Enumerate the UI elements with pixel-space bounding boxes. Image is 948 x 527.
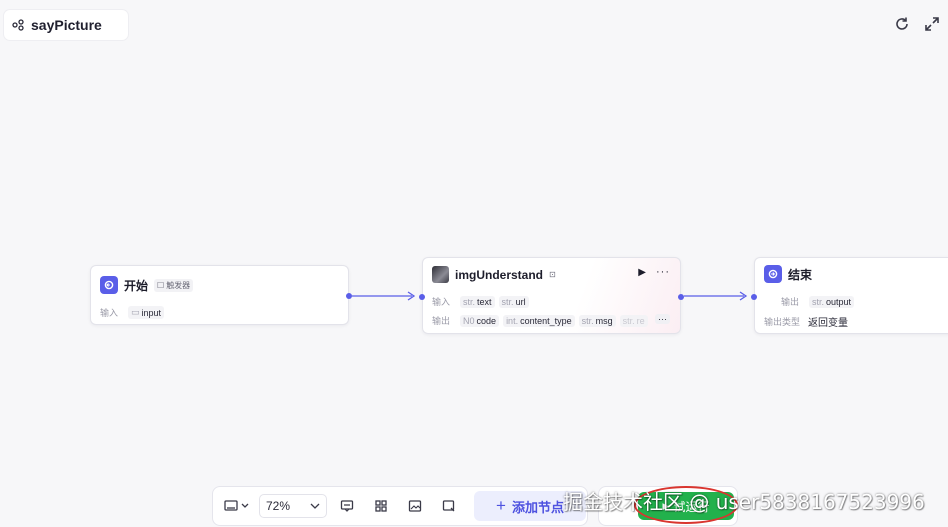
img-input-text: str. text xyxy=(460,295,495,308)
trigger-tag: ☐ 触发器 xyxy=(154,278,194,292)
grid-layout-icon xyxy=(375,500,387,512)
output-name: re xyxy=(636,315,645,326)
image-icon: ▭ xyxy=(131,307,140,317)
play-icon[interactable]: ▶ xyxy=(638,267,646,278)
chevron-down-icon xyxy=(310,503,320,509)
img-input-port[interactable] xyxy=(419,294,425,300)
trigger-tag-label: 触发器 xyxy=(166,280,191,290)
layout-button[interactable] xyxy=(367,492,395,520)
img-understand-node[interactable]: imgUnderstand ⊡ ▶ ··· 输入 str. text str. ur… xyxy=(419,257,684,334)
output-name: code xyxy=(476,315,497,326)
start-node-title: 开始 xyxy=(124,278,149,293)
comment-icon xyxy=(340,500,354,512)
minimap-toggle[interactable] xyxy=(219,492,253,520)
add-node-label: 添加节点 xyxy=(511,499,564,515)
start-output-port[interactable] xyxy=(346,293,352,299)
img-node-title: imgUnderstand xyxy=(455,267,544,282)
img-output-content-type: int. content_type xyxy=(503,314,575,327)
outputs-more-button[interactable]: ··· xyxy=(655,314,670,324)
start-node[interactable]: 开始 ☐ 触发器 输入 ▭ input xyxy=(90,265,352,325)
comment-button[interactable] xyxy=(333,492,361,520)
export-image-icon xyxy=(442,500,455,512)
input-name: text xyxy=(477,296,492,307)
img-output-msg: str. msg xyxy=(578,314,616,327)
type-prefix: str. xyxy=(581,315,594,326)
image-edit-icon xyxy=(408,500,422,512)
img-output-port[interactable] xyxy=(678,294,684,300)
end-output-type-value: 返回变量 xyxy=(808,318,849,329)
type-prefix: N0 xyxy=(463,315,475,326)
trigger-icon: ☐ xyxy=(157,280,165,290)
zoom-select[interactable]: 72% xyxy=(259,494,327,518)
type-prefix: str. xyxy=(622,315,635,326)
chevron-down-icon xyxy=(241,503,248,508)
img-output-label: 输出 xyxy=(432,316,451,326)
start-input-var: ▭ input xyxy=(128,306,165,319)
start-input-label: 输入 xyxy=(100,308,119,318)
end-icon xyxy=(764,265,782,283)
end-input-port[interactable] xyxy=(751,294,757,300)
output-name: output xyxy=(826,296,852,307)
output-name: content_type xyxy=(520,315,572,326)
type-prefix: str. xyxy=(501,296,514,307)
end-node-title: 结束 xyxy=(788,267,813,282)
watermark: 掘金技术社区 @ user5838167523996 xyxy=(563,490,925,514)
image-button[interactable] xyxy=(401,492,429,520)
start-input-name: input xyxy=(141,307,162,318)
type-prefix: int. xyxy=(506,315,519,326)
end-output-type-label: 输出类型 xyxy=(764,317,801,327)
end-node[interactable]: 结束 输出 str. output 输出类型 返回变量 xyxy=(751,257,948,334)
plus-icon: + xyxy=(496,496,506,515)
export-button[interactable] xyxy=(435,492,463,520)
img-input-label: 输入 xyxy=(432,297,451,307)
start-icon xyxy=(100,276,118,294)
img-output-re: str. re xyxy=(619,314,648,327)
img-output-code: N0 code xyxy=(460,314,500,327)
end-output-label: 输出 xyxy=(781,297,800,307)
more-icon[interactable]: ··· xyxy=(656,266,670,278)
type-prefix: str. xyxy=(812,296,825,307)
edit-icon[interactable]: ⊡ xyxy=(549,270,556,279)
output-name: msg xyxy=(595,315,613,326)
zoom-value: 72% xyxy=(266,499,291,513)
type-prefix: str. xyxy=(463,296,476,307)
img-input-url: str. url xyxy=(498,295,529,308)
monitor-icon xyxy=(223,500,238,511)
node-thumbnail xyxy=(432,266,449,283)
input-name: url xyxy=(515,296,526,307)
end-output-var: str. output xyxy=(809,295,855,308)
